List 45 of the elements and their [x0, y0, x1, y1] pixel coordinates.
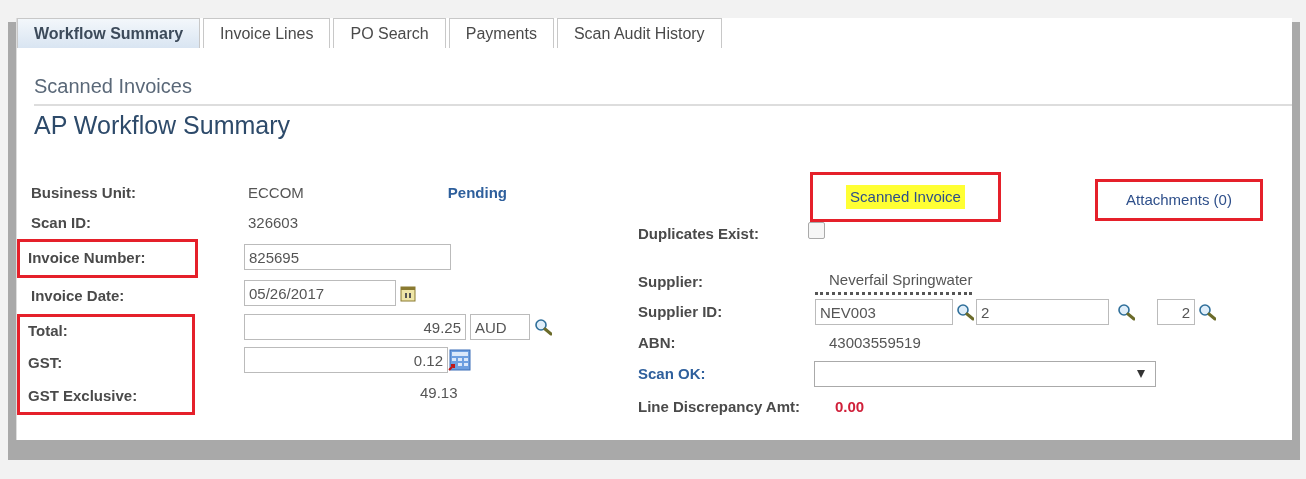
field-label: Invoice Number: — [27, 248, 147, 269]
field-label: Scan OK: — [638, 363, 707, 384]
date-field[interactable]: 05/26/2017 — [244, 280, 396, 306]
tab[interactable]: PO Search — [333, 18, 446, 48]
field-label: Total: — [27, 321, 69, 342]
discrepancy-amount: 0.00 — [835, 396, 865, 417]
status-text: Pending — [447, 182, 507, 203]
dropdown-arrow-icon[interactable] — [1137, 370, 1145, 378]
field-label: Supplier: — [638, 271, 704, 292]
search-icon[interactable] — [956, 303, 974, 321]
field-label: Scan ID: — [30, 212, 92, 233]
search-icon[interactable] — [1117, 303, 1135, 321]
tab[interactable]: Payments — [448, 18, 554, 48]
search-icon[interactable] — [534, 318, 552, 336]
field-label: Line Discrepancy Amt: — [638, 396, 800, 417]
lookup-field[interactable]: NEV003 — [815, 299, 953, 325]
tab[interactable]: Workflow Summary — [17, 18, 201, 48]
search-icon[interactable] — [1198, 303, 1216, 321]
lookup-field[interactable]: 2 — [976, 299, 1109, 325]
scanned-invoice-link[interactable]: Scanned Invoice — [846, 184, 965, 210]
lookup-field[interactable]: 2 — [1157, 299, 1195, 325]
tab[interactable]: Scan Audit History — [556, 18, 722, 48]
field-label: Supplier ID: — [638, 301, 724, 322]
currency-field[interactable]: AUD — [470, 314, 530, 340]
text-field[interactable]: 825695 — [244, 244, 451, 270]
field-label: ABN: — [638, 332, 677, 353]
page-title: AP Workflow Summary — [34, 110, 292, 140]
field-label: GST Exclusive: — [27, 385, 139, 406]
field-value: ECCOM — [247, 182, 304, 203]
field-label: Duplicates Exist: — [638, 223, 760, 244]
amount-field[interactable]: 0.12 — [244, 347, 448, 373]
calendar-icon[interactable] — [400, 284, 416, 302]
field-label: Business Unit: — [30, 182, 137, 203]
calculator-icon[interactable] — [448, 349, 471, 371]
amount-field[interactable]: 49.25 — [244, 314, 466, 340]
field-label: GST: — [27, 352, 64, 373]
field-label: Invoice Date: — [30, 285, 126, 306]
dropdown-field[interactable] — [814, 361, 1156, 387]
field-value: 326603 — [247, 212, 299, 233]
tab[interactable]: Invoice Lines — [203, 18, 331, 48]
attachments-link[interactable]: Attachments (0) — [1126, 188, 1232, 212]
supplier-name: Neverfail Springwater — [815, 269, 973, 295]
section-heading: Scanned Invoices — [34, 74, 1292, 106]
field-value: 49.13 — [419, 382, 458, 403]
field-value: 43003559519 — [828, 332, 921, 353]
